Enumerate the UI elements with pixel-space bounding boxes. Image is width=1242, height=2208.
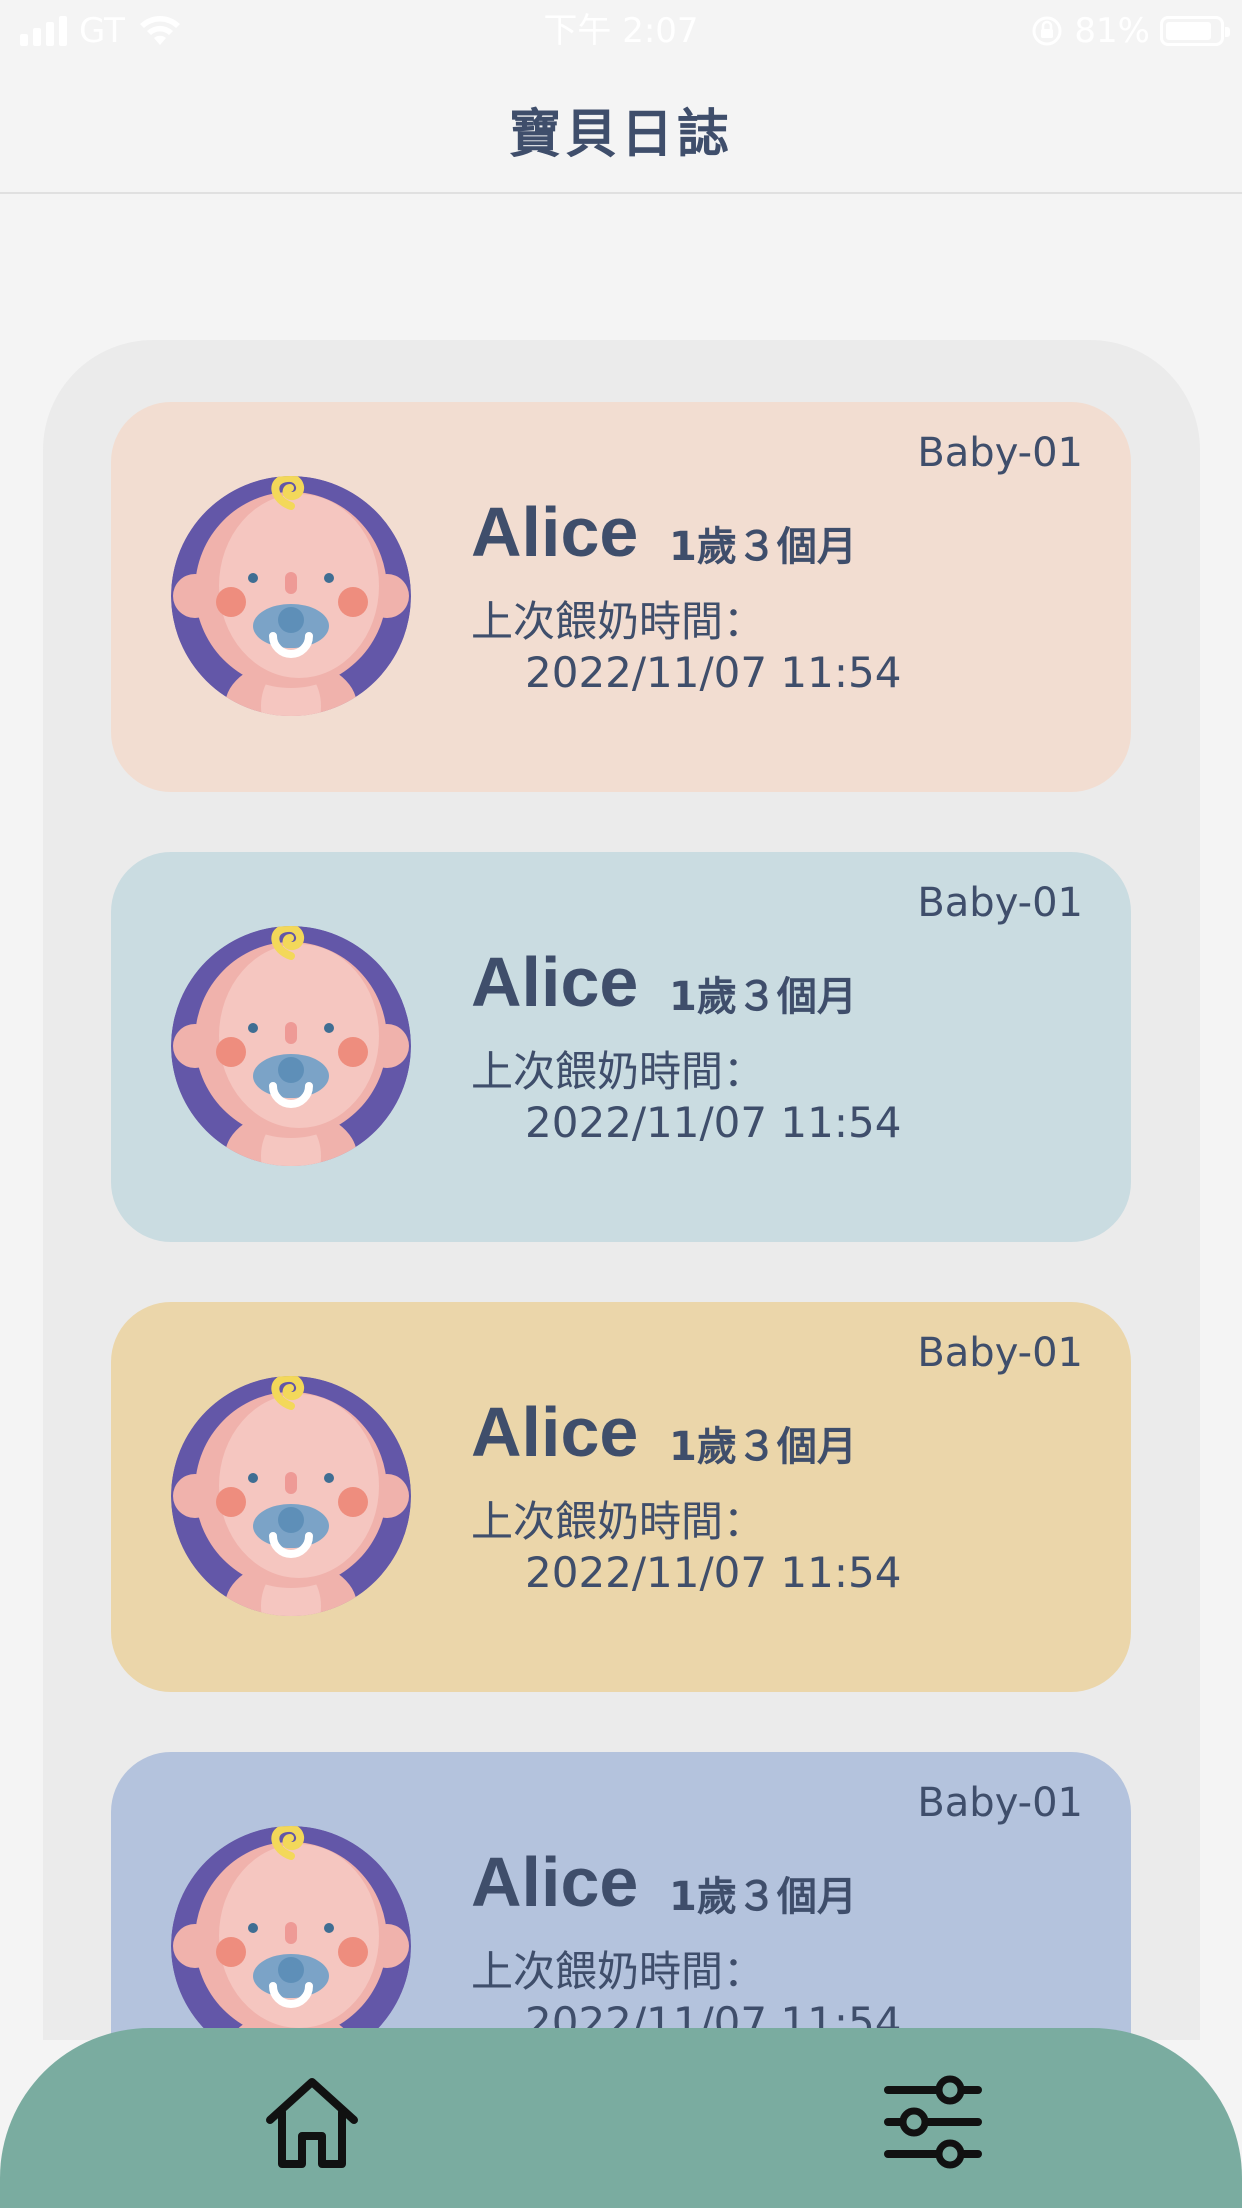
baby-card[interactable]: Baby-01 Alice 1歲３個月 上次餵奶時間： 2022/11/07 1… [111, 402, 1131, 792]
baby-age: 1歲３個月 [669, 1424, 857, 1470]
battery-percent: 81% [1074, 11, 1150, 51]
baby-card[interactable]: Baby-01 Alice 1歲３個月 上次餵奶時間： 2022/11/07 1… [111, 852, 1131, 1242]
last-feed-time: 2022/11/07 11:54 [525, 1548, 902, 1597]
baby-tag: Baby-01 [917, 430, 1083, 476]
last-feed-label: 上次餵奶時間： [471, 1497, 766, 1546]
last-feed-label: 上次餵奶時間： [471, 1047, 766, 1096]
home-icon[interactable] [262, 2076, 362, 2172]
baby-avatar-icon [169, 1374, 413, 1618]
baby-tag: Baby-01 [917, 1330, 1083, 1376]
baby-tag: Baby-01 [917, 880, 1083, 926]
orientation-lock-icon [1032, 16, 1062, 46]
last-feed-time: 2022/11/07 11:54 [525, 648, 902, 697]
last-feed-label: 上次餵奶時間： [471, 1947, 766, 1996]
tab-bar [0, 2028, 1242, 2208]
baby-card[interactable]: Baby-01 Alice 1歲３個月 上次餵奶時間： 2022/11/07 1… [111, 1752, 1131, 2040]
baby-name: Alice [471, 1393, 639, 1471]
baby-card[interactable]: Baby-01 Alice 1歲３個月 上次餵奶時間： 2022/11/07 1… [111, 1302, 1131, 1692]
sliders-icon[interactable] [884, 2074, 982, 2170]
baby-avatar-icon [169, 474, 413, 718]
baby-list[interactable]: Baby-01 Alice 1歲３個月 上次餵奶時間： 2022/11/07 1… [43, 340, 1200, 2040]
baby-age: 1歲３個月 [669, 1874, 857, 1920]
baby-age: 1歲３個月 [669, 524, 857, 570]
baby-tag: Baby-01 [917, 1780, 1083, 1826]
baby-age: 1歲３個月 [669, 974, 857, 1020]
baby-name: Alice [471, 493, 639, 571]
battery-icon [1160, 16, 1230, 46]
last-feed-time: 2022/11/07 11:54 [525, 1098, 902, 1147]
status-bar: GT 下午 2:07 81% [0, 0, 1242, 62]
baby-name: Alice [471, 1843, 639, 1921]
battery-fill [1166, 22, 1212, 40]
baby-name: Alice [471, 943, 639, 1021]
baby-avatar-icon [169, 1824, 413, 2040]
baby-avatar-icon [169, 924, 413, 1168]
page-title: 寶貝日誌 [508, 105, 733, 165]
navigation-bar: 寶貝日誌 [0, 62, 1242, 194]
last-feed-label: 上次餵奶時間： [471, 597, 766, 646]
